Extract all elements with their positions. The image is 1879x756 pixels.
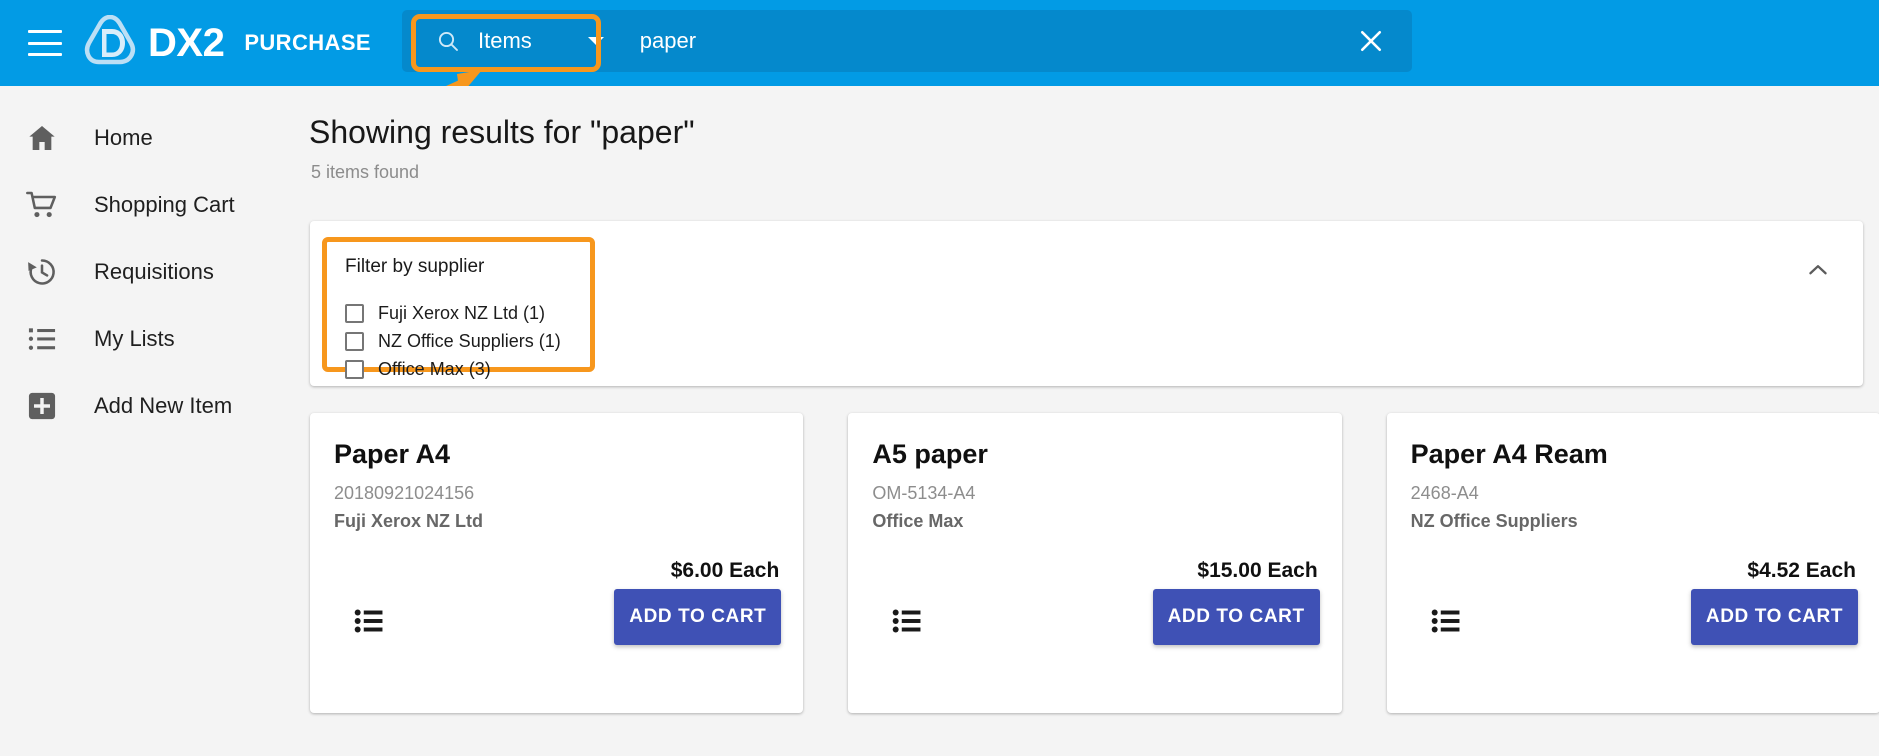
product-card: A5 paper OM-5134-A4 Office Max $15.00 Ea… xyxy=(848,413,1341,713)
dx2-logo-icon xyxy=(84,15,136,71)
filter-heading: Filter by supplier xyxy=(345,256,590,278)
sidebar-item-label: Shopping Cart xyxy=(94,192,235,218)
product-price: $4.52 Each xyxy=(1747,559,1856,583)
product-title: Paper A4 xyxy=(334,440,779,470)
app-root: DX2 PURCHASE Items paper xyxy=(0,0,1879,756)
search-scope-label: Items xyxy=(478,28,532,54)
sidebar-item-shopping-cart[interactable]: Shopping Cart xyxy=(0,171,295,238)
filter-option-label: Office Max (3) xyxy=(378,359,491,380)
history-icon xyxy=(22,252,62,292)
close-icon xyxy=(1356,26,1386,56)
search-scope-selector[interactable]: Items xyxy=(420,18,548,64)
product-code: 20180921024156 xyxy=(334,483,779,504)
sidebar-item-my-lists[interactable]: My Lists xyxy=(0,305,295,372)
add-to-list-button[interactable] xyxy=(348,599,392,643)
plus-box-icon xyxy=(22,386,62,426)
product-card: Paper A4 20180921024156 Fuji Xerox NZ Lt… xyxy=(310,413,803,713)
clear-search-button[interactable] xyxy=(1348,18,1394,64)
home-icon xyxy=(22,118,62,158)
filter-panel: Filter by supplier Fuji Xerox NZ Ltd (1)… xyxy=(310,221,1863,386)
shopping-cart-icon xyxy=(22,185,62,225)
sidebar-item-label: Home xyxy=(94,125,153,151)
sidebar-item-label: Add New Item xyxy=(94,393,232,419)
product-price: $15.00 Each xyxy=(1197,559,1317,583)
chevron-down-icon[interactable] xyxy=(588,37,604,45)
chevron-up-icon xyxy=(1805,257,1831,283)
filter-by-supplier-group: Filter by supplier Fuji Xerox NZ Ltd (1)… xyxy=(322,237,595,372)
add-to-cart-button[interactable]: ADD TO CART xyxy=(614,589,781,645)
sidebar-item-requisitions[interactable]: Requisitions xyxy=(0,238,295,305)
search-input[interactable]: paper xyxy=(640,28,1348,54)
filter-option-label: NZ Office Suppliers (1) xyxy=(378,331,561,352)
hamburger-bar xyxy=(28,53,62,56)
add-to-cart-button[interactable]: ADD TO CART xyxy=(1691,589,1858,645)
brand-subtitle: PURCHASE xyxy=(244,32,371,54)
product-code: 2468-A4 xyxy=(1411,483,1856,504)
product-code: OM-5134-A4 xyxy=(872,483,1317,504)
add-to-list-button[interactable] xyxy=(1425,599,1469,643)
product-supplier: Fuji Xerox NZ Ltd xyxy=(334,511,779,532)
sidebar-nav: Home Shopping Cart Requisitions xyxy=(0,86,295,756)
filter-option-row[interactable]: Office Max (3) xyxy=(345,355,590,383)
hamburger-bar xyxy=(28,30,62,33)
product-supplier: Office Max xyxy=(872,511,1317,532)
checkbox[interactable] xyxy=(345,304,364,323)
results-count: 5 items found xyxy=(311,162,419,183)
main-content: Showing results for "paper" 5 items foun… xyxy=(295,86,1879,756)
list-lines-icon xyxy=(891,604,925,638)
list-icon xyxy=(22,319,62,359)
product-title: Paper A4 Ream xyxy=(1411,440,1856,470)
app-header: DX2 PURCHASE Items paper xyxy=(0,0,1879,86)
filter-option-label: Fuji Xerox NZ Ltd (1) xyxy=(378,303,545,324)
product-results-grid: Paper A4 20180921024156 Fuji Xerox NZ Lt… xyxy=(310,413,1879,713)
product-price: $6.00 Each xyxy=(671,559,780,583)
filter-options-list: Fuji Xerox NZ Ltd (1) NZ Office Supplier… xyxy=(345,299,590,383)
checkbox[interactable] xyxy=(345,360,364,379)
hamburger-menu-icon[interactable] xyxy=(28,30,62,56)
hamburger-bar xyxy=(28,42,62,45)
collapse-filter-button[interactable] xyxy=(1801,253,1835,287)
sidebar-item-home[interactable]: Home xyxy=(0,104,295,171)
sidebar-item-add-new-item[interactable]: Add New Item xyxy=(0,372,295,439)
list-lines-icon xyxy=(353,604,387,638)
add-to-list-button[interactable] xyxy=(886,599,930,643)
search-bar: Items paper xyxy=(402,10,1412,72)
sidebar-item-label: Requisitions xyxy=(94,259,214,285)
page-title: Showing results for "paper" xyxy=(309,114,695,151)
sidebar-item-label: My Lists xyxy=(94,326,175,352)
checkbox[interactable] xyxy=(345,332,364,351)
product-card: Paper A4 Ream 2468-A4 NZ Office Supplier… xyxy=(1387,413,1879,713)
product-title: A5 paper xyxy=(872,440,1317,470)
search-icon xyxy=(436,29,460,53)
product-supplier: NZ Office Suppliers xyxy=(1411,511,1856,532)
brand-title: DX2 xyxy=(148,23,224,63)
brand-logo[interactable]: DX2 PURCHASE xyxy=(84,15,371,71)
filter-option-row[interactable]: Fuji Xerox NZ Ltd (1) xyxy=(345,299,590,327)
filter-option-row[interactable]: NZ Office Suppliers (1) xyxy=(345,327,590,355)
list-lines-icon xyxy=(1430,604,1464,638)
add-to-cart-button[interactable]: ADD TO CART xyxy=(1153,589,1320,645)
